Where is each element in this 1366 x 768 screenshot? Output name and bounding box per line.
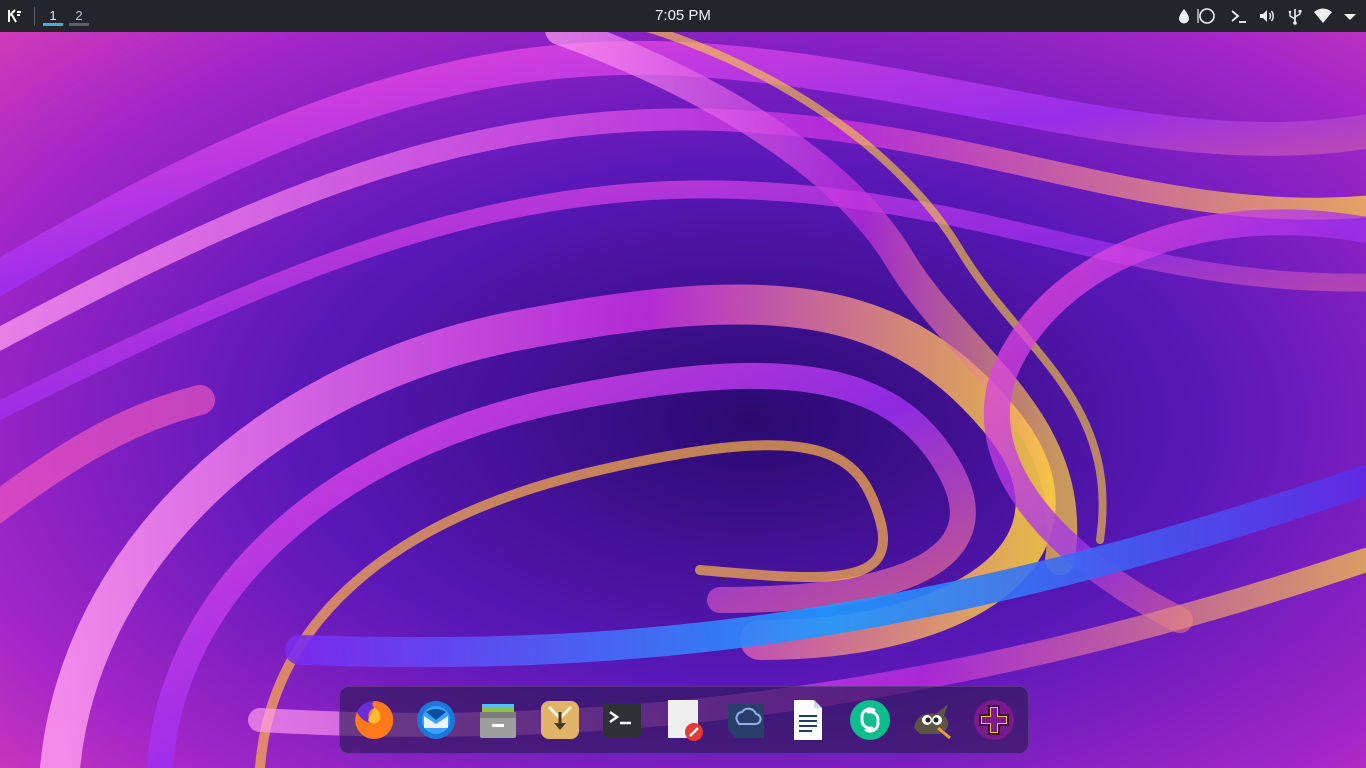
terminal-console-icon[interactable] — [1229, 6, 1249, 26]
text-editor-icon[interactable] — [662, 698, 706, 742]
element-messenger-icon[interactable] — [848, 698, 892, 742]
thunderbird-icon[interactable] — [414, 698, 458, 742]
inactive-desktop-indicator — [69, 23, 89, 26]
desktop-pager-label: 1 — [49, 8, 57, 23]
panel-separator — [34, 7, 35, 26]
cloud-sync-icon[interactable] — [724, 698, 768, 742]
application-dock — [339, 686, 1029, 754]
chevron-down-icon[interactable] — [1340, 6, 1360, 26]
usb-device-icon[interactable] — [1285, 6, 1305, 26]
downloader-icon[interactable] — [538, 698, 582, 742]
top-panel: 1 2 7:05 PM — [0, 0, 1366, 32]
desktop-wallpaper — [0, 0, 1366, 768]
desktop-pager-2[interactable]: 2 — [69, 8, 89, 26]
desktop-pager-label: 2 — [75, 8, 83, 23]
kde-icon[interactable] — [6, 7, 24, 25]
wifi-icon[interactable] — [1313, 6, 1333, 26]
document-viewer-icon[interactable] — [786, 698, 830, 742]
health-app-icon[interactable] — [972, 698, 1016, 742]
clock[interactable]: 7:05 PM — [633, 7, 733, 25]
firefox-icon[interactable] — [352, 698, 396, 742]
color-picker-icon[interactable] — [1174, 6, 1194, 26]
active-desktop-indicator — [43, 23, 63, 26]
archive-manager-icon[interactable] — [476, 698, 520, 742]
gimp-icon[interactable] — [910, 698, 954, 742]
terminal-icon[interactable] — [600, 698, 644, 742]
screen-icon[interactable] — [1197, 6, 1217, 26]
volume-icon[interactable] — [1257, 6, 1277, 26]
desktop-pager-1[interactable]: 1 — [43, 8, 63, 26]
